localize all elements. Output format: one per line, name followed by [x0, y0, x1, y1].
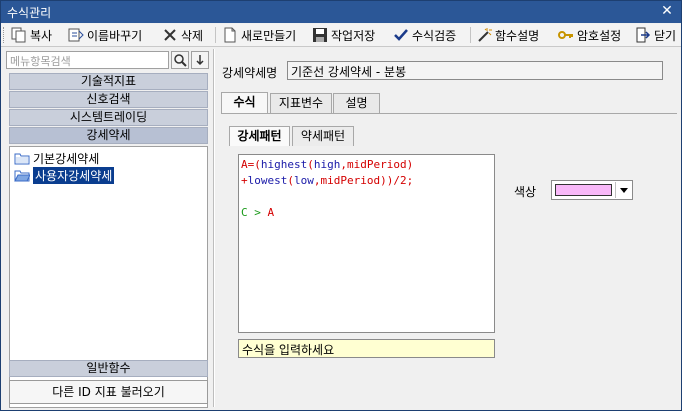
- password-button[interactable]: 암호설정: [558, 25, 621, 45]
- formula-token: ,: [313, 174, 321, 187]
- tab-variables[interactable]: 지표변수: [270, 93, 332, 113]
- tree-item-basic[interactable]: 기본강세약세: [14, 150, 99, 166]
- verify-label: 수식검증: [412, 28, 457, 43]
- panel-splitter[interactable]: [213, 49, 215, 407]
- search-icon: [174, 54, 187, 67]
- formula-token: ,: [340, 158, 347, 171]
- formula-line: C > A: [241, 205, 492, 221]
- folder-open-icon: [14, 167, 31, 183]
- rename-icon: [68, 27, 84, 43]
- new-button[interactable]: 새로만들기: [222, 25, 296, 45]
- formula-token: ): [406, 158, 414, 171]
- tab-bear-pattern[interactable]: 약세패턴: [292, 126, 354, 146]
- title-bar: 수식관리 ✕: [1, 1, 681, 23]
- formula-line: +lowest(low,midPeriod))/2;: [241, 173, 492, 189]
- save-button[interactable]: 작업저장: [312, 25, 375, 45]
- formula-token: midPeriod: [346, 158, 407, 171]
- formula-token: A: [267, 206, 275, 219]
- tab-formula[interactable]: 수식: [221, 92, 268, 114]
- color-picker[interactable]: [551, 180, 633, 200]
- rename-button[interactable]: 이름바꾸기: [68, 25, 142, 45]
- dropdown-arrow-icon[interactable]: [615, 182, 631, 198]
- toolbar: 복사 이름바꾸기 삭제 새로만들기 작업저장 수식검증 함수설명 암호설정 닫기: [1, 24, 681, 47]
- editor-panel: 강세약세명 기준선 강세약세 - 분봉 수식 지표변수 설명 강세패턴 약세패턴…: [217, 49, 681, 407]
- delete-button[interactable]: 삭제: [162, 25, 203, 45]
- load-other-id-button[interactable]: 다른 ID 지표 불러오기: [9, 380, 208, 404]
- new-document-icon: [222, 27, 238, 43]
- save-icon: [312, 27, 328, 43]
- exit-door-icon: [635, 27, 651, 43]
- toolbar-separator: [470, 27, 471, 43]
- formula-token: A=(: [241, 158, 261, 171]
- category-signal[interactable]: 신호검색: [9, 91, 208, 108]
- category-technical[interactable]: 기술적지표: [9, 73, 208, 90]
- magic-wand-icon: [476, 27, 492, 43]
- toolbar-grip: [3, 27, 6, 43]
- formula-token: ))/2;: [380, 174, 414, 187]
- category-system-trading[interactable]: 시스템트레이딩: [9, 109, 208, 126]
- color-swatch: [555, 184, 612, 196]
- formula-token: midPeriod: [320, 174, 381, 187]
- password-label: 암호설정: [577, 28, 622, 43]
- rename-label: 이름바꾸기: [87, 28, 143, 43]
- menu-search-input[interactable]: 메뉴항목검색: [6, 51, 169, 69]
- new-label: 새로만들기: [241, 28, 297, 43]
- formula-hint: 수식을 입력하세요: [238, 339, 495, 358]
- verify-button[interactable]: 수식검증: [393, 25, 456, 45]
- category-general-functions[interactable]: 일반함수: [9, 360, 208, 377]
- formula-editor[interactable]: A=(highest(high,midPeriod) +lowest(low,mi…: [238, 154, 495, 333]
- window-title: 수식관리: [7, 6, 52, 20]
- formula-token: +: [241, 174, 248, 187]
- formula-token: (: [307, 158, 314, 171]
- save-label: 작업저장: [331, 28, 376, 43]
- close-label: 닫기: [654, 28, 677, 43]
- delete-icon: [162, 27, 178, 43]
- folder-icon: [14, 150, 30, 166]
- tree-item-label: 기본강세약세: [33, 151, 100, 166]
- formula-token: highest: [260, 158, 308, 171]
- sort-down-button[interactable]: [191, 51, 209, 69]
- formula-token: (: [287, 174, 294, 187]
- key-icon: [558, 27, 574, 43]
- close-button[interactable]: 닫기: [635, 25, 676, 45]
- formula-line: [241, 189, 492, 205]
- sidebar: 메뉴항목검색 기술적지표 신호검색 시스템트레이딩 강세약세 기본강세약세 사용…: [4, 49, 210, 408]
- function-help-button[interactable]: 함수설명: [476, 25, 539, 45]
- name-field[interactable]: 기준선 강세약세 - 분봉: [287, 61, 663, 80]
- formula-token: high: [313, 158, 341, 171]
- formula-manager-window: 수식관리 ✕ 복사 이름바꾸기 삭제 새로만들기 작업저장 수식검증 함수설명 …: [0, 0, 682, 411]
- search-button[interactable]: [171, 51, 189, 69]
- formula-token: low: [294, 174, 314, 187]
- tree-item-label: 사용자강세약세: [33, 166, 115, 184]
- check-icon: [393, 27, 409, 43]
- copy-label: 복사: [30, 28, 53, 43]
- toolbar-separator: [215, 27, 216, 43]
- tree-item-user[interactable]: 사용자강세약세: [14, 166, 115, 184]
- arrow-down-icon: [196, 55, 204, 66]
- color-label: 색상: [514, 185, 537, 199]
- copy-button[interactable]: 복사: [11, 25, 52, 45]
- category-strength[interactable]: 강세약세: [9, 127, 208, 144]
- function-help-label: 함수설명: [495, 28, 540, 43]
- copy-icon: [11, 27, 27, 43]
- formula-token: lowest: [247, 174, 288, 187]
- tab-description[interactable]: 설명: [333, 93, 380, 113]
- close-window-button[interactable]: ✕: [659, 3, 675, 19]
- tab-bull-pattern[interactable]: 강세패턴: [229, 126, 290, 146]
- delete-label: 삭제: [181, 28, 204, 43]
- formula-line: A=(highest(high,midPeriod): [241, 157, 492, 173]
- formula-token: C >: [241, 206, 268, 219]
- name-label: 강세약세명: [222, 66, 278, 80]
